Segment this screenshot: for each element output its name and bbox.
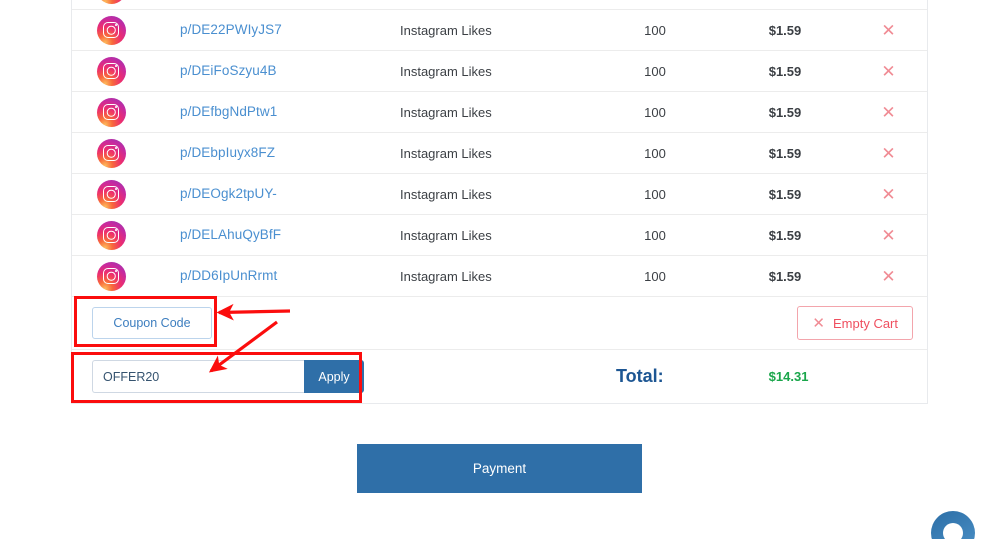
row-link-cell: p/DEfbgNdPtw1 [150, 103, 400, 121]
remove-item-icon[interactable]: ✕ [881, 227, 895, 244]
chat-bubble-inner [943, 523, 963, 539]
instagram-icon [96, 0, 126, 4]
cart-item-service: Instagram Likes [400, 63, 492, 79]
total-label: Total: [616, 366, 664, 386]
table-row[interactable]: p/DD6IpUnRrmt Instagram Likes 100 $1.59 … [72, 256, 927, 297]
row-link-cell: p/DEbpIuyx8FZ [150, 144, 400, 162]
cart-item-price: $1.59 [768, 145, 802, 161]
cart-item-price: $1.59 [768, 104, 802, 120]
cart-item-link[interactable]: p/DEfbgNdPtw1 [180, 104, 277, 119]
empty-cart-label: Empty Cart [832, 315, 898, 331]
instagram-icon [96, 179, 126, 209]
row-remove-cell[interactable]: ✕ [850, 104, 927, 121]
instagram-icon [96, 15, 126, 45]
coupon-code-input[interactable] [92, 360, 304, 393]
row-link-cell: p/DD6IpUnRrmt [150, 267, 400, 285]
cart-item-service: Instagram Likes [400, 227, 492, 243]
table-row[interactable]: p/DELAhuQyBfF Instagram Likes 100 $1.59 … [72, 215, 927, 256]
row-link-cell: p/DEiFoSzyu4B [150, 62, 400, 80]
cart-actions-row: Coupon Code ✕ Empty Cart [72, 297, 927, 350]
row-icon-cell [72, 97, 150, 127]
coupon-form: Apply [92, 360, 364, 393]
row-icon-cell [72, 138, 150, 168]
instagram-icon [96, 97, 126, 127]
coupon-code-toggle-button[interactable]: Coupon Code [92, 307, 212, 339]
row-remove-cell[interactable]: ✕ [850, 145, 927, 162]
payment-button[interactable]: Payment [357, 444, 642, 493]
chat-bubble-icon[interactable] [931, 511, 975, 539]
cart-item-service: Instagram Likes [400, 145, 492, 161]
instagram-icon [96, 261, 126, 291]
cart-item-link[interactable]: p/DE22PWIyJS7 [180, 22, 282, 37]
cart-item-quantity: 100 [644, 22, 666, 38]
row-icon-cell [72, 0, 150, 4]
cart-item-link[interactable]: p/DEbpIuyx8FZ [180, 145, 275, 160]
cart-item-service: Instagram Likes [400, 186, 492, 202]
cart-page: p/DE22PWIyJS7 Instagram Likes 100 $1.59 … [0, 0, 1000, 539]
remove-item-icon[interactable]: ✕ [881, 186, 895, 203]
cart-item-link[interactable]: p/DEiFoSzyu4B [180, 63, 277, 78]
instagram-icon [96, 56, 126, 86]
row-link-cell: p/DE22PWIyJS7 [150, 21, 400, 39]
cart-item-quantity: 100 [644, 186, 666, 202]
instagram-icon [96, 220, 126, 250]
instagram-icon [96, 138, 126, 168]
table-row[interactable]: p/DEfbgNdPtw1 Instagram Likes 100 $1.59 … [72, 92, 927, 133]
row-link-cell: p/DELAhuQyBfF [150, 226, 400, 244]
cart-item-quantity: 100 [644, 63, 666, 79]
row-remove-cell[interactable]: ✕ [850, 186, 927, 203]
table-row[interactable]: p/DEbpIuyx8FZ Instagram Likes 100 $1.59 … [72, 133, 927, 174]
cart-item-quantity: 100 [644, 104, 666, 120]
row-remove-cell[interactable]: ✕ [850, 227, 927, 244]
row-remove-cell[interactable]: ✕ [850, 63, 927, 80]
cart-item-quantity: 100 [644, 145, 666, 161]
remove-item-icon[interactable]: ✕ [881, 22, 895, 39]
remove-item-icon[interactable]: ✕ [881, 104, 895, 121]
remove-item-icon[interactable]: ✕ [881, 63, 895, 80]
row-icon-cell [72, 56, 150, 86]
cart-item-service: Instagram Likes [400, 22, 492, 38]
cart-item-link[interactable]: p/DD6IpUnRrmt [180, 268, 277, 283]
close-icon: ✕ [812, 315, 825, 332]
cart-item-service: Instagram Likes [400, 104, 492, 120]
row-remove-cell[interactable]: ✕ [850, 268, 927, 285]
total-value: $14.31 [768, 369, 809, 384]
cart-item-price: $1.59 [768, 22, 802, 38]
cart-item-price: $1.59 [768, 186, 802, 202]
row-icon-cell [72, 179, 150, 209]
cart-item-link[interactable]: p/DEOgk2tpUY- [180, 186, 277, 201]
cart-item-link[interactable]: p/DELAhuQyBfF [180, 227, 281, 242]
row-remove-cell[interactable]: ✕ [850, 22, 927, 39]
row-icon-cell [72, 15, 150, 45]
cart-item-quantity: 100 [644, 268, 666, 284]
table-row[interactable]: p/DEiFoSzyu4B Instagram Likes 100 $1.59 … [72, 51, 927, 92]
empty-cart-button[interactable]: ✕ Empty Cart [797, 306, 913, 340]
cart-summary-row: Apply Total: $14.31 [72, 350, 927, 403]
apply-coupon-button[interactable]: Apply [304, 360, 364, 393]
cart-item-price: $1.59 [768, 63, 802, 79]
row-icon-cell [72, 220, 150, 250]
order-total: Total: $14.31 [616, 366, 808, 387]
cart-card: p/DE22PWIyJS7 Instagram Likes 100 $1.59 … [71, 0, 928, 404]
cart-item-price: $1.59 [768, 268, 802, 284]
remove-item-icon[interactable]: ✕ [881, 268, 895, 285]
table-row[interactable]: p/DEOgk2tpUY- Instagram Likes 100 $1.59 … [72, 174, 927, 215]
cart-item-service: Instagram Likes [400, 268, 492, 284]
table-row[interactable] [72, 0, 927, 10]
row-link-cell: p/DEOgk2tpUY- [150, 185, 400, 203]
row-icon-cell [72, 261, 150, 291]
remove-item-icon[interactable]: ✕ [881, 145, 895, 162]
table-row[interactable]: p/DE22PWIyJS7 Instagram Likes 100 $1.59 … [72, 10, 927, 51]
cart-item-quantity: 100 [644, 227, 666, 243]
cart-item-price: $1.59 [768, 227, 802, 243]
